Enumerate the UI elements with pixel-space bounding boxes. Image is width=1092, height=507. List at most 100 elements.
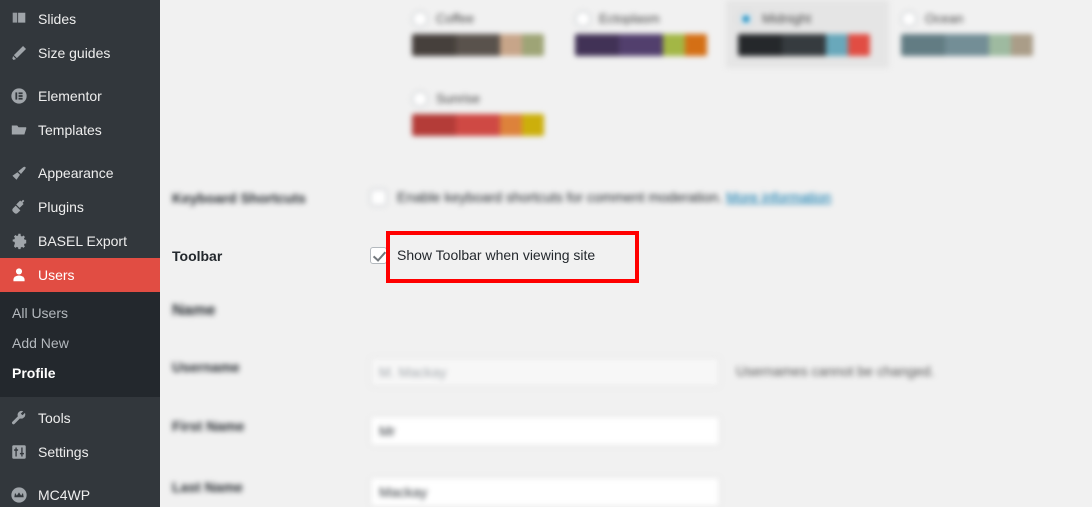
sidebar-item-plugins[interactable]: Plugins (0, 190, 160, 224)
swatch (522, 34, 544, 56)
color-scheme-row-2: Sunrise (400, 80, 1092, 148)
swatch (500, 114, 522, 136)
first-name-label: First Name (172, 418, 245, 434)
swatch (575, 34, 619, 56)
last-name-label: Last Name (172, 479, 243, 495)
row-username: Username Usernames cannot be changed. (160, 357, 1092, 387)
radio-ocean[interactable] (901, 10, 917, 27)
sidebar-item-label: Plugins (38, 199, 84, 215)
color-scheme-swatches (412, 114, 544, 136)
menu-separator (0, 70, 160, 79)
slides-icon (9, 9, 29, 29)
sidebar-item-settings[interactable]: Settings (0, 435, 160, 469)
radio-sunrise[interactable] (412, 90, 428, 107)
swatch (738, 34, 782, 56)
color-scheme-coffee-head: Coffee (412, 10, 551, 27)
username-field: Usernames cannot be changed. (370, 357, 1092, 387)
gear-icon (9, 231, 29, 251)
color-scheme-midnight[interactable]: Midnight (726, 0, 889, 68)
sliders-icon (9, 442, 29, 462)
folder-icon (9, 120, 29, 140)
swatch (1011, 34, 1033, 56)
sidebar-item-label: BASEL Export (38, 233, 127, 249)
sidebar-item-label: Size guides (38, 45, 111, 61)
keyboard-shortcuts-text: Enable keyboard shortcuts for comment mo… (397, 188, 831, 206)
row-toolbar: Toolbar Show Toolbar when viewing site (160, 246, 1092, 266)
toolbar-checkbox-row[interactable]: Show Toolbar when viewing site (370, 246, 1092, 264)
color-scheme-coffee[interactable]: Coffee (400, 0, 563, 68)
mc4wp-icon (9, 485, 29, 505)
row-first-name: First Name (160, 416, 1092, 446)
color-scheme-swatches (901, 34, 1033, 56)
swatch (945, 34, 989, 56)
color-scheme-ocean[interactable]: Ocean (889, 0, 1052, 68)
last-name-input[interactable] (370, 477, 720, 507)
color-scheme-ectoplasm[interactable]: Ectoplasm (563, 0, 726, 68)
menu-separator (0, 147, 160, 156)
sidebar-item-label: Users (38, 267, 75, 283)
sidebar-item-templates[interactable]: Templates (0, 113, 160, 147)
color-scheme-label: Ectoplasm (599, 11, 660, 26)
color-scheme-label: Coffee (436, 11, 475, 26)
toolbar-field: Show Toolbar when viewing site (370, 246, 1092, 264)
radio-ectoplasm[interactable] (575, 10, 591, 27)
swatch (663, 34, 685, 56)
keyboard-shortcuts-checkbox-row[interactable]: Enable keyboard shortcuts for comment mo… (370, 188, 1092, 206)
row-keyboard-shortcuts: Keyboard Shortcuts Enable keyboard short… (160, 188, 1092, 208)
sidebar-item-users[interactable]: Users (0, 258, 160, 292)
username-note: Usernames cannot be changed. (736, 363, 935, 379)
radio-coffee[interactable] (412, 10, 428, 27)
toolbar-label: Toolbar (172, 248, 223, 264)
color-scheme-row-1: Coffee Ectoplasm Midnight Ocean (400, 0, 1092, 68)
sidebar-item-label: Templates (38, 122, 102, 138)
ruler-icon (9, 43, 29, 63)
toolbar-checkbox[interactable] (370, 246, 387, 264)
swatch (412, 34, 456, 56)
sidebar-item-slides[interactable]: Slides (0, 2, 160, 36)
color-scheme-midnight-head: Midnight (738, 10, 877, 27)
sidebar-item-add-new-user[interactable]: Add New (0, 328, 160, 358)
keyboard-shortcuts-checkbox[interactable] (370, 188, 387, 206)
menu-separator (0, 469, 160, 478)
first-name-input[interactable] (370, 416, 720, 446)
color-scheme-ocean-head: Ocean (901, 10, 1040, 27)
radio-midnight[interactable] (738, 10, 754, 27)
swatch (412, 114, 456, 136)
swatch (685, 34, 707, 56)
sidebar-item-label: Appearance (38, 165, 114, 181)
sidebar-item-appearance[interactable]: Appearance (0, 156, 160, 190)
sidebar-item-profile[interactable]: Profile (0, 358, 160, 388)
keyboard-shortcuts-field: Enable keyboard shortcuts for comment mo… (370, 188, 1092, 206)
row-last-name: Last Name (160, 477, 1092, 507)
username-label: Username (172, 359, 240, 375)
sidebar-item-tools[interactable]: Tools (0, 401, 160, 435)
swatch (456, 34, 500, 56)
sidebar-item-label: Elementor (38, 88, 102, 104)
swatch (522, 114, 544, 136)
name-section-title: Name (172, 302, 216, 319)
admin-color-scheme-options: Coffee Ectoplasm Midnight Ocean Sunrise (400, 0, 1092, 148)
toolbar-checkbox-text: Show Toolbar when viewing site (397, 247, 596, 263)
color-scheme-label: Ocean (925, 11, 964, 26)
color-scheme-sunrise-head: Sunrise (412, 90, 551, 107)
color-scheme-ectoplasm-head: Ectoplasm (575, 10, 714, 27)
sidebar-item-elementor[interactable]: Elementor (0, 79, 160, 113)
first-name-field (370, 416, 1092, 446)
more-information-link[interactable]: More information (726, 189, 831, 205)
plugin-icon (9, 197, 29, 217)
sidebar-item-all-users[interactable]: All Users (0, 298, 160, 328)
sidebar-item-label: Tools (38, 409, 71, 426)
row-name-section: Name (160, 301, 1092, 321)
swatch (989, 34, 1011, 56)
swatch (848, 34, 870, 56)
keyboard-shortcuts-caption: Enable keyboard shortcuts for comment mo… (397, 189, 723, 205)
swatch (782, 34, 826, 56)
swatch (619, 34, 663, 56)
sidebar-item-basel-export[interactable]: BASEL Export (0, 224, 160, 258)
swatch (456, 114, 500, 136)
sidebar-item-mc4wp[interactable]: MC4WP (0, 478, 160, 507)
color-scheme-sunrise[interactable]: Sunrise (400, 80, 563, 148)
sidebar-item-label: MC4WP (38, 486, 91, 503)
last-name-field (370, 477, 1092, 507)
sidebar-item-size-guides[interactable]: Size guides (0, 36, 160, 70)
